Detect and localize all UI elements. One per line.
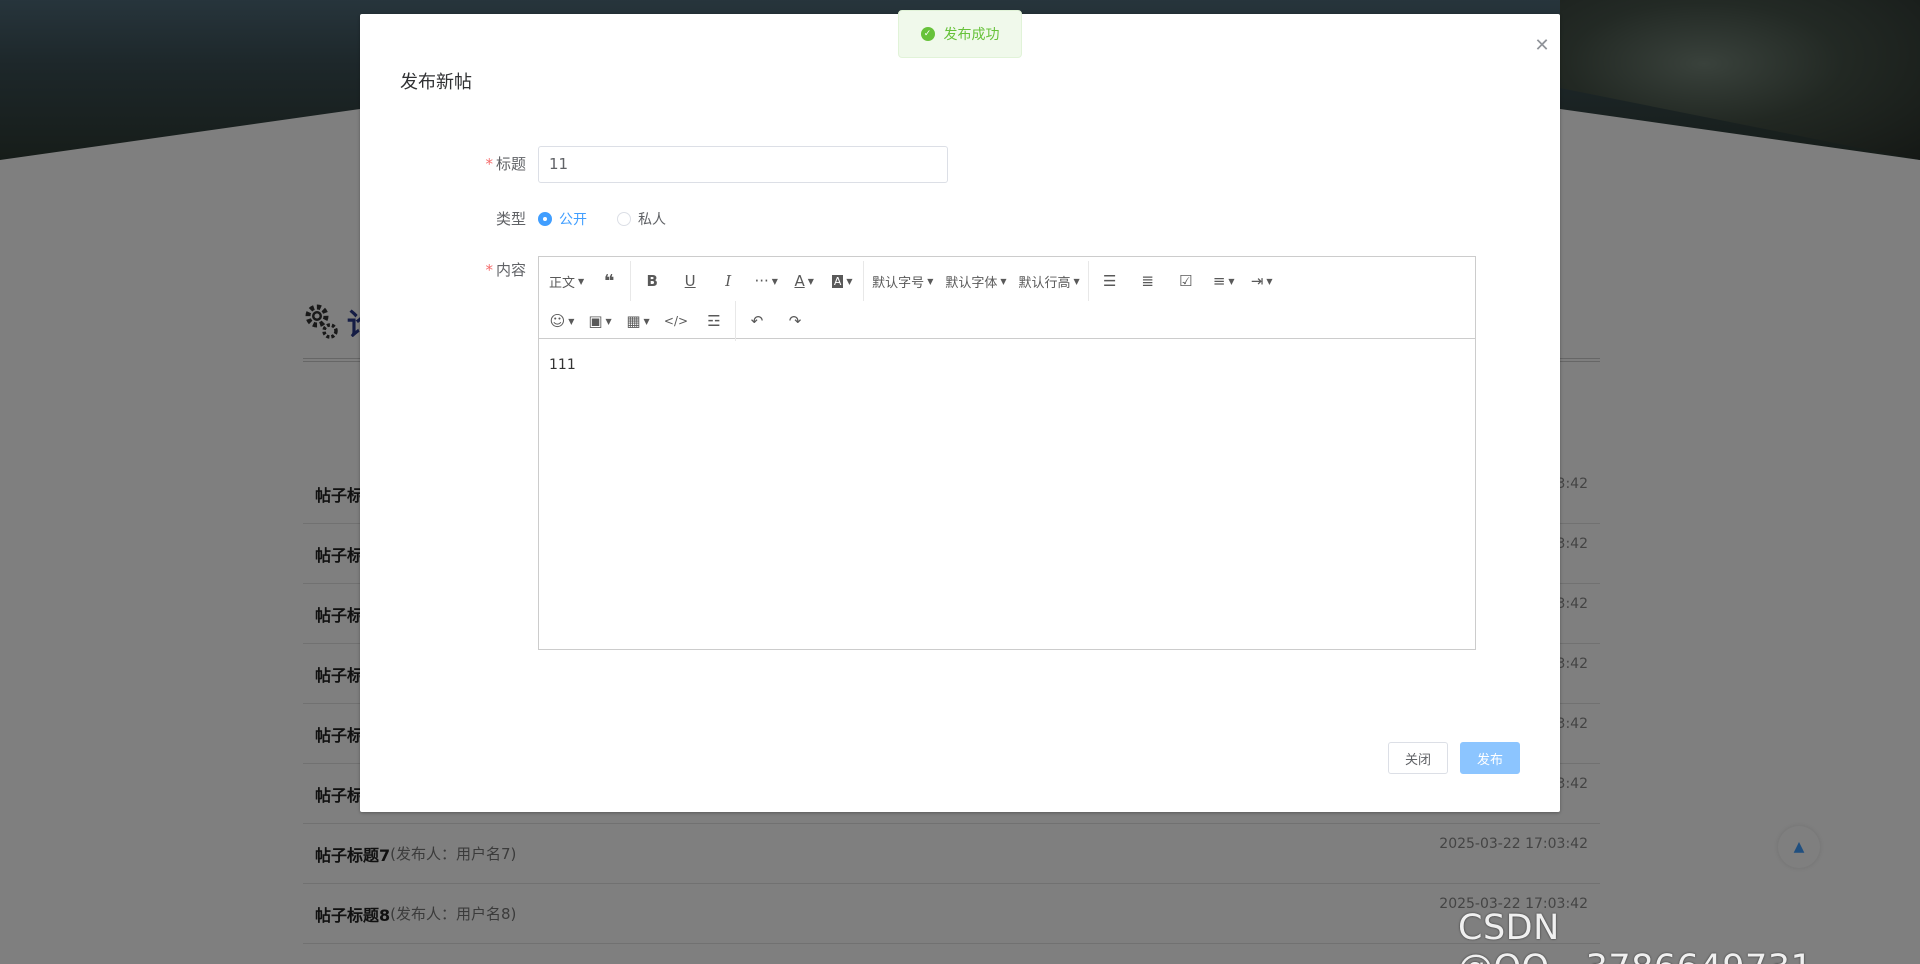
toolbar-row: 正文 ▼ ❝ B U I ··· ▼ A ▼ A ▼ 默认字号 ▼ 默认字体 ▼ 默认行高 ▼… (543, 261, 1471, 301)
type-radio-group: 公开 私人 (538, 201, 666, 237)
bulleted-list-icon[interactable]: ☰ (1091, 265, 1129, 297)
italic-icon[interactable]: I (709, 265, 747, 297)
radio-public-label: 公开 (559, 212, 587, 228)
image-icon[interactable]: ▣ ▼ (581, 305, 619, 337)
type-label: 类型 (495, 210, 526, 228)
radio-unchecked-icon (617, 212, 631, 226)
toolbar-divider (630, 261, 632, 301)
watermark: CSDN @QQ__3786649731 (1458, 908, 1813, 964)
dialog-title: 发布新帖 (400, 72, 472, 93)
toolbar-divider (863, 261, 865, 301)
radio-public[interactable]: 公开 (538, 209, 587, 229)
emoji-icon[interactable]: ☺ ▼ (543, 305, 581, 337)
form-item-title: * 标题 11 (360, 146, 948, 183)
line-height-dropdown[interactable]: 默认行高 ▼ (1013, 265, 1086, 297)
required-mark: * (485, 155, 493, 173)
blockquote-icon[interactable]: ❝ (590, 265, 628, 297)
content-label: * 内容 (485, 261, 526, 279)
radio-private[interactable]: 私人 (617, 209, 666, 229)
new-post-dialog: 发布新帖 ✕ * 标题 11 类型 公开 私人 * 内容 正文 ▼ ❝ B U … (360, 14, 1560, 812)
title-input[interactable]: 11 (538, 146, 948, 183)
paragraph-style-dropdown[interactable]: 正文 ▼ (543, 265, 590, 297)
success-toast: ✓ 发布成功 (898, 10, 1022, 58)
divider-line-icon[interactable]: ☲ (695, 305, 733, 337)
toast-message: 发布成功 (943, 27, 1000, 43)
code-icon[interactable]: </> (657, 305, 695, 337)
radio-private-label: 私人 (638, 212, 666, 228)
toolbar-divider (735, 301, 736, 341)
underline-icon[interactable]: U (671, 265, 709, 297)
publish-button[interactable]: 发布 (1460, 742, 1520, 774)
bold-icon[interactable]: B (633, 265, 671, 297)
form-item-content: * 内容 正文 ▼ ❝ B U I ··· ▼ A ▼ A ▼ 默认字号 ▼ 默认字体 ▼ 默… (360, 256, 1476, 650)
undo-icon[interactable]: ↶ (738, 305, 776, 337)
editor-content-area[interactable]: 111 (539, 339, 1475, 391)
toolbar-row: ☺ ▼ ▣ ▼ ▦ ▼ </> ☲ ↶ ↷ (543, 301, 1471, 341)
radio-checked-icon (538, 212, 552, 226)
close-button[interactable]: 关闭 (1388, 742, 1448, 774)
font-size-dropdown[interactable]: 默认字号 ▼ (866, 265, 939, 297)
editor-toolbar: 正文 ▼ ❝ B U I ··· ▼ A ▼ A ▼ 默认字号 ▼ 默认字体 ▼ 默认行高 ▼… (539, 257, 1475, 341)
required-mark: * (485, 261, 493, 279)
indent-icon[interactable]: ⇥ ▼ (1243, 265, 1281, 297)
font-color-icon[interactable]: A ▼ (785, 265, 823, 297)
close-icon[interactable]: ✕ (1532, 36, 1552, 56)
title-label: * 标题 (485, 155, 526, 173)
toolbar-divider (1087, 261, 1089, 301)
rich-text-editor: 正文 ▼ ❝ B U I ··· ▼ A ▼ A ▼ 默认字号 ▼ 默认字体 ▼ 默认行高 ▼… (538, 256, 1476, 650)
table-icon[interactable]: ▦ ▼ (619, 305, 657, 337)
redo-icon[interactable]: ↷ (776, 305, 814, 337)
more-styles-icon[interactable]: ··· ▼ (747, 265, 785, 297)
numbered-list-icon[interactable]: ≣ (1129, 265, 1167, 297)
align-left-icon[interactable]: ≡ ▼ (1205, 265, 1243, 297)
todo-checkbox-icon[interactable]: ☑ (1167, 265, 1205, 297)
check-circle-icon: ✓ (920, 27, 935, 41)
font-family-dropdown[interactable]: 默认字体 ▼ (939, 265, 1012, 297)
form-item-type: 类型 公开 私人 (360, 201, 666, 237)
background-color-icon[interactable]: A ▼ (823, 265, 861, 297)
